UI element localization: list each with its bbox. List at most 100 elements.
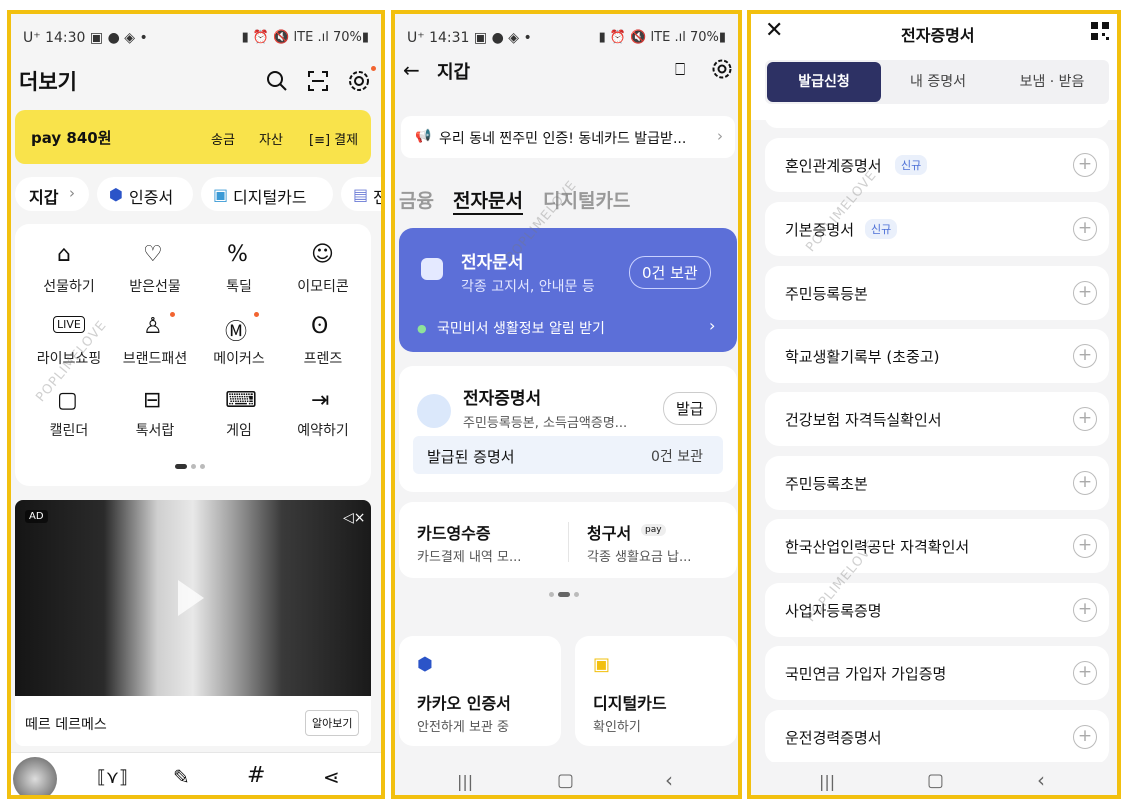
chip-digital-card-label: 디지털카드 — [233, 188, 307, 207]
certificate-name: 운전경력증명서 — [785, 729, 882, 747]
chat-bubble-icon: ● — [417, 322, 427, 335]
back-icon[interactable]: ‹ — [1037, 768, 1045, 792]
add-icon[interactable]: + — [1073, 725, 1097, 749]
add-icon[interactable]: + — [1073, 661, 1097, 685]
chip-certificate-label: 인증서 — [129, 188, 174, 207]
pay-assets-button[interactable]: 자산 — [259, 129, 283, 148]
e-certificate-card[interactable]: 전자증명서 주민등록등본, 소득금액증명... 발급 발급된 증명서 0건 보관 — [399, 366, 737, 492]
settings-gear-icon[interactable] — [711, 58, 733, 80]
add-icon[interactable]: + — [1073, 153, 1097, 177]
issued-certificates-count: 0건 보관 — [651, 449, 703, 465]
alert-subscribe-link[interactable]: 국민비서 생활정보 알림 받기 — [437, 318, 605, 338]
friends-icon: ʘ — [311, 314, 329, 339]
search-icon[interactable] — [266, 70, 288, 92]
card-receipt-title: 카드영수증 — [417, 524, 491, 543]
chip-more[interactable]: ▤ 전 — [341, 177, 381, 211]
add-icon[interactable]: + — [1073, 407, 1097, 431]
list-item[interactable]: 혼인관계증명서 신규 + — [765, 138, 1109, 192]
chip-more-label: 전 — [373, 184, 381, 208]
issued-certificates-row[interactable]: 발급된 증명서 0건 보관 — [413, 436, 723, 474]
chip-digital-card[interactable]: ▣ 디지털카드 — [201, 177, 333, 211]
calendar-icon: ▢ — [57, 388, 78, 413]
list-item[interactable]: 주민등록초본 + — [765, 456, 1109, 510]
scan-icon[interactable] — [307, 70, 329, 92]
tile-label: 메이커스 — [213, 351, 265, 367]
chevron-right-icon: › — [717, 127, 723, 145]
recent-apps-icon[interactable]: ||| — [457, 772, 473, 791]
learn-more-button[interactable]: 알아보기 — [305, 710, 360, 736]
digital-card-subtitle: 확인하기 — [593, 720, 641, 735]
battery-level: 70% — [689, 30, 719, 45]
edit-icon[interactable]: ✎ — [173, 765, 190, 789]
tab-issue-request[interactable]: 발급신청 — [767, 62, 881, 102]
ad-card[interactable]: AD ◁× 떼르 데르메스 알아보기 — [15, 500, 371, 746]
add-icon[interactable]: + — [1073, 534, 1097, 558]
list-item[interactable]: 한국산업인력공단 자격확인서 + — [765, 519, 1109, 573]
hanger-icon: ♙ — [143, 314, 163, 339]
chip-certificate[interactable]: ⬢ 인증서 — [97, 177, 193, 211]
pay-badge: pay — [641, 524, 666, 536]
recent-apps-icon[interactable]: ||| — [819, 772, 835, 791]
kakao-certificate-title: 카카오 인증서 — [417, 694, 511, 713]
page-indicator — [191, 464, 196, 469]
e-document-subtitle: 각종 고지서, 안내문 등 — [461, 279, 595, 295]
close-icon[interactable]: ✕ — [765, 18, 783, 43]
add-icon[interactable]: + — [1073, 217, 1097, 241]
card-stack-icon[interactable]: ⎕ — [675, 60, 685, 80]
tab-e-documents[interactable]: 전자문서 — [453, 186, 523, 215]
e-document-card[interactable]: 전자문서 각종 고지서, 안내문 등 0건 보관 ● 국민비서 생활정보 알림 … — [399, 228, 737, 352]
e-certificate-title: 전자증명서 — [463, 389, 542, 409]
kakaopay-bar[interactable]: pay 840원 송금 자산 [≡] 결제 — [15, 110, 371, 164]
digital-card-title: 디지털카드 — [593, 694, 667, 713]
pay-qr-pay-button[interactable]: [≡] 결제 — [309, 129, 358, 148]
tile-label: 톡서랍 — [135, 423, 175, 439]
e-document-count[interactable]: 0건 보관 — [629, 256, 711, 289]
kakao-certificate-card[interactable]: ⬢ 카카오 인증서 안전하게 보관 중 — [399, 636, 561, 746]
add-icon[interactable]: + — [1073, 471, 1097, 495]
pay-send-button[interactable]: 송금 — [211, 129, 235, 148]
card-receipt-subtitle: 카드결제 내역 모... — [417, 550, 522, 565]
home-icon[interactable]: ▢ — [927, 770, 944, 791]
segment-tabs: 발급신청 내 증명서 보냄 · 받음 — [765, 60, 1109, 104]
home-icon[interactable]: ▢ — [557, 770, 574, 791]
tab-finance[interactable]: 금융 — [399, 186, 434, 213]
issue-button[interactable]: 발급 — [663, 392, 717, 425]
add-icon[interactable]: + — [1073, 281, 1097, 305]
page-title: 전자증명서 — [901, 26, 975, 45]
qr-code-icon[interactable] — [1091, 22, 1109, 40]
digital-card-card[interactable]: ▣ 디지털카드 확인하기 — [575, 636, 737, 746]
tile-label: 캘린더 — [49, 423, 89, 439]
list-item[interactable]: 주민등록등본 + — [765, 266, 1109, 320]
hashtag-icon[interactable]: # — [247, 763, 265, 788]
chevron-right-icon: › — [709, 316, 716, 335]
profile-avatar[interactable] — [13, 757, 57, 795]
notice-banner[interactable]: 📢 우리 동네 찐주민 인증! 동네카드 발급받... › — [401, 116, 735, 158]
mute-icon[interactable]: ◁× — [343, 510, 366, 526]
tab-my-certificates[interactable]: 내 증명서 — [883, 62, 993, 102]
android-nav-bar: ||| ▢ ‹ — [395, 762, 738, 795]
scan-icon[interactable]: ⟦⋎⟧ — [97, 767, 128, 788]
play-icon[interactable] — [178, 580, 204, 616]
back-icon[interactable]: ‹ — [665, 768, 673, 792]
list-item[interactable]: 운전경력증명서 + — [765, 710, 1109, 764]
percent-icon: % — [227, 242, 248, 267]
tile-label: 예약하기 — [297, 423, 349, 439]
list-item[interactable]: 국민연금 가입자 가입증명 + — [765, 646, 1109, 700]
page-title: 지갑 — [437, 62, 471, 83]
add-icon[interactable]: + — [1073, 344, 1097, 368]
chip-wallet[interactable]: 지갑 › — [15, 177, 89, 211]
pay-qr-label: 결제 — [334, 133, 359, 148]
drawer-icon: ⊟ — [143, 388, 162, 413]
page-indicator-active — [175, 464, 187, 469]
certificate-name: 주민등록초본 — [785, 475, 868, 493]
add-icon[interactable]: + — [1073, 598, 1097, 622]
back-arrow-icon[interactable]: ← — [403, 58, 420, 82]
received-gift-icon: ♡ — [143, 242, 163, 267]
list-item[interactable]: 학교생활기록부 (초중고) + — [765, 329, 1109, 383]
share-icon[interactable]: ⋖ — [323, 765, 340, 789]
chevron-right-icon: › — [69, 184, 75, 202]
tab-sent-received[interactable]: 보냄 · 받음 — [995, 62, 1109, 102]
settings-gear-icon[interactable] — [347, 69, 371, 93]
list-item[interactable]: 건강보험 자격득실확인서 + — [765, 392, 1109, 446]
page-indicator — [200, 464, 205, 469]
